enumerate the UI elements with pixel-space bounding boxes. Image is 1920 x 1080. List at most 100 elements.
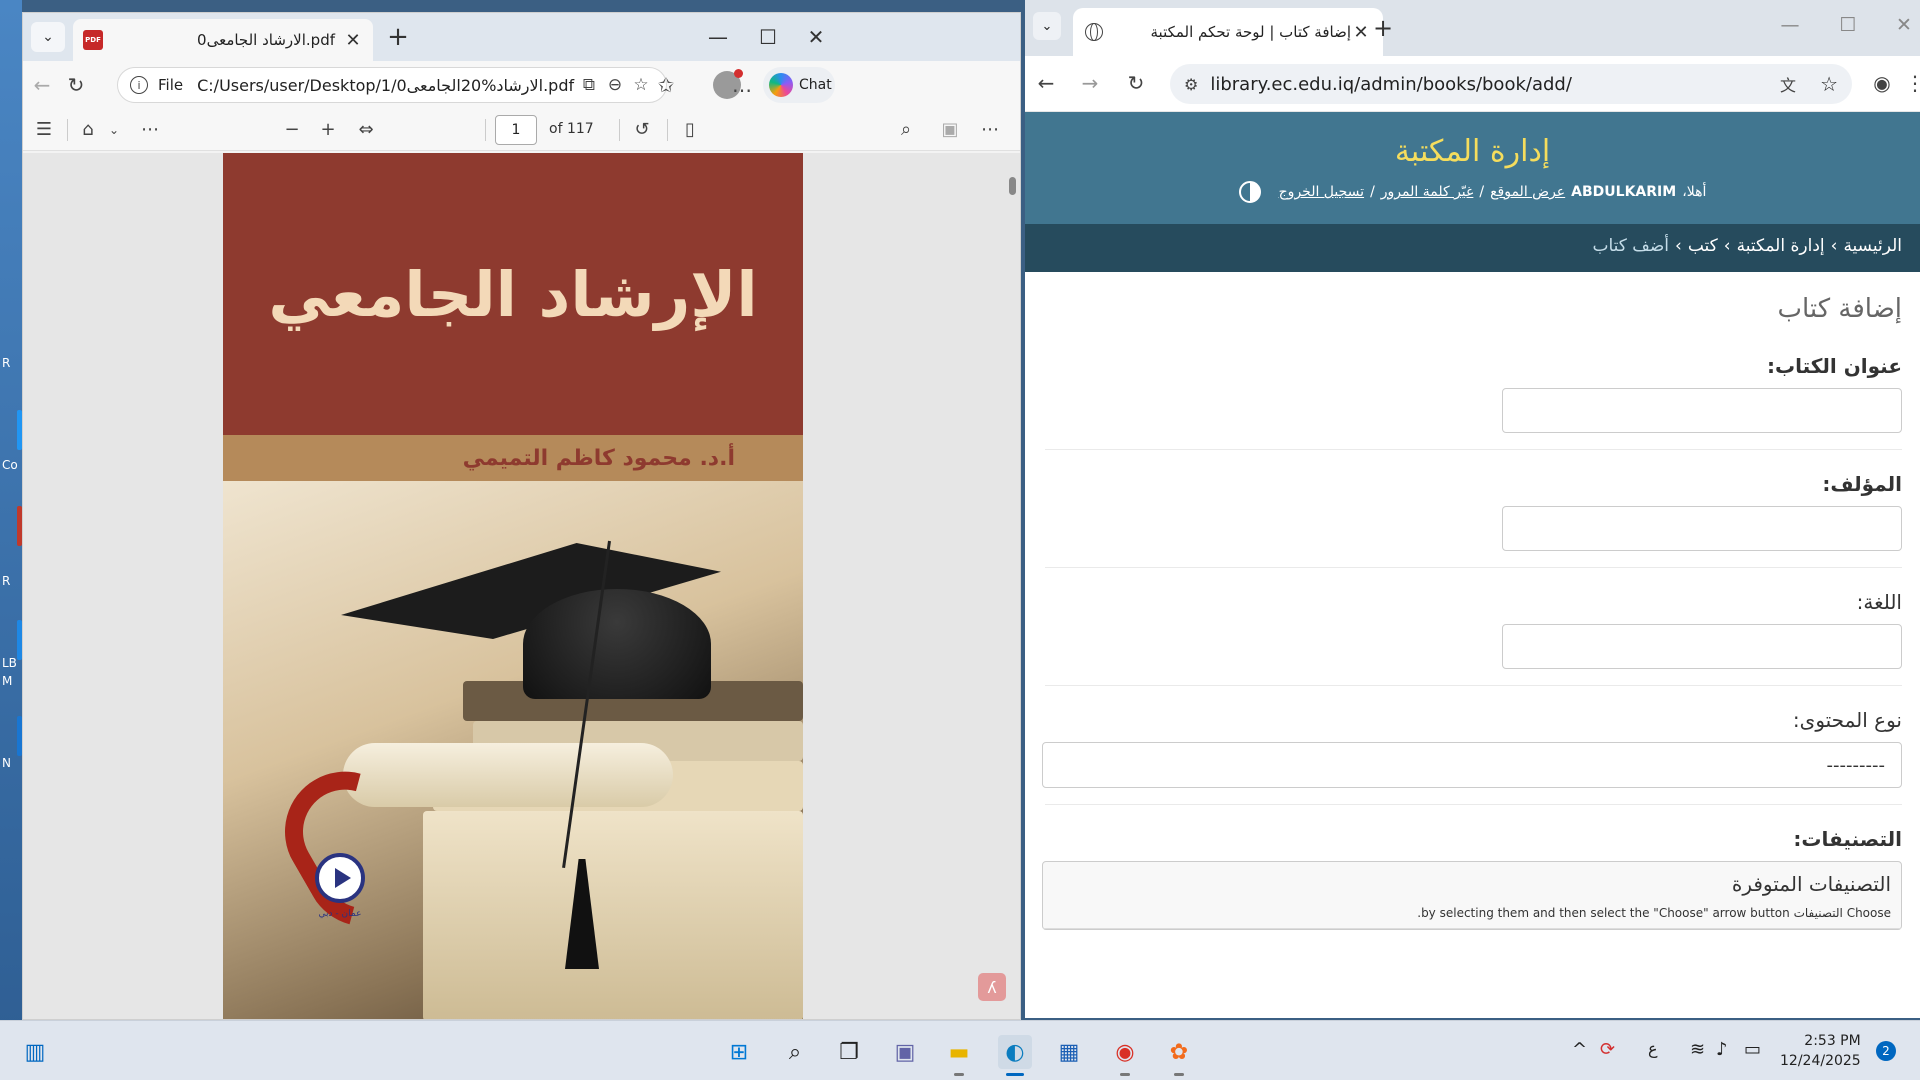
file-explorer-icon[interactable]: ▬: [942, 1035, 976, 1069]
rotate-icon[interactable]: ↺: [627, 117, 657, 143]
logout-link[interactable]: تسجيل الخروج: [1279, 184, 1364, 200]
theme-toggle-icon[interactable]: [1238, 181, 1261, 203]
read-aloud-icon[interactable]: ⧉: [576, 75, 602, 95]
info-icon[interactable]: i: [130, 76, 148, 94]
save-icon[interactable]: ▣: [935, 117, 965, 143]
back-button[interactable]: ←: [27, 71, 57, 99]
form-row-author: المؤلف:: [1045, 472, 1902, 568]
page-number-input[interactable]: 1: [495, 115, 537, 145]
address-bar[interactable]: i File C:/Users/user/Desktop/1/0الارشاد%…: [117, 67, 667, 103]
tab-actions-button[interactable]: ⌄: [31, 22, 65, 52]
notification-badge[interactable]: 2: [1876, 1041, 1896, 1061]
refresh-button[interactable]: ↻: [61, 71, 91, 99]
sync-icon[interactable]: ⟳: [1600, 1039, 1615, 1060]
favorites-icon[interactable]: ✩: [651, 71, 681, 99]
breadcrumb-model[interactable]: كتب: [1688, 236, 1718, 272]
edge-tab-bar: ⌄ PDF الارشاد الجامعى0.pdf ✕ + — ☐ ✕: [23, 13, 1020, 61]
chrome-tab-bar: ⌄ إضافة كتاب | لوحة تحكم المكتبة ✕ + — ☐…: [1025, 0, 1920, 56]
wifi-icon[interactable]: ≋: [1690, 1039, 1705, 1060]
site-settings-icon[interactable]: ⚙: [1184, 75, 1198, 94]
search-icon[interactable]: ⌕: [778, 1035, 812, 1069]
maximize-button[interactable]: ☐: [1833, 14, 1863, 36]
chevron-up-icon[interactable]: ^: [1572, 1039, 1587, 1060]
back-button[interactable]: ←: [1031, 70, 1061, 96]
start-button[interactable]: ⊞: [722, 1035, 756, 1069]
view-site-link[interactable]: عرض الموقع: [1490, 184, 1565, 200]
close-window-button[interactable]: ✕: [1889, 14, 1919, 36]
pdf-viewer[interactable]: الإرشاد الجامعي أ.د. محمود كاظم التميمي …: [23, 153, 1020, 1019]
reload-button[interactable]: ↻: [1121, 70, 1151, 96]
acrobat-icon[interactable]: ʎ: [978, 973, 1006, 1001]
profile-icon[interactable]: ◉: [1867, 70, 1897, 96]
taskbar-clock[interactable]: 2:53 PM 12/24/2025: [1780, 1031, 1861, 1071]
edge-tab-pdf[interactable]: PDF الارشاد الجامعى0.pdf ✕: [73, 19, 373, 61]
cover-title-block: الإرشاد الجامعي: [223, 153, 803, 435]
desktop-icon-label[interactable]: N: [2, 756, 11, 770]
bookmark-star-icon[interactable]: ☆: [1820, 72, 1838, 96]
url-text[interactable]: library.ec.edu.iq/admin/books/book/add/: [1210, 74, 1780, 95]
chrome-tab-admin[interactable]: إضافة كتاب | لوحة تحكم المكتبة ✕: [1073, 8, 1383, 56]
close-window-button[interactable]: ✕: [801, 25, 831, 49]
desktop-icon-label[interactable]: LB: [2, 656, 17, 670]
chrome-taskbar-icon[interactable]: ◉: [1108, 1035, 1142, 1069]
fit-to-width-icon[interactable]: ⇔: [351, 117, 381, 143]
change-password-link[interactable]: غيّر كلمة المرور: [1381, 184, 1474, 200]
minimize-button[interactable]: —: [1775, 14, 1805, 36]
battery-icon[interactable]: ▭: [1744, 1039, 1761, 1060]
breadcrumb-current: أضف كتاب: [1592, 236, 1670, 256]
zoom-out-icon[interactable]: ⊖: [602, 75, 628, 95]
language-input[interactable]: [1502, 624, 1902, 669]
contents-list-icon[interactable]: ☰: [29, 117, 59, 143]
form-row-content-type: نوع المحتوى: ---------: [1042, 708, 1902, 805]
more-menu-button[interactable]: …: [727, 71, 757, 99]
store-icon[interactable]: ▦: [1052, 1035, 1086, 1069]
copilot-label: Chat: [799, 77, 832, 93]
volume-icon[interactable]: ♪: [1716, 1039, 1728, 1060]
teams-icon[interactable]: ▣: [888, 1035, 922, 1069]
search-icon[interactable]: ⌕: [891, 117, 921, 143]
scrollbar-thumb[interactable]: [1009, 177, 1016, 195]
desktop-icon-label[interactable]: R: [2, 574, 10, 588]
desktop-icon-label[interactable]: R: [2, 356, 10, 370]
page-view-icon[interactable]: ▯: [675, 117, 705, 143]
desktop-icon-label[interactable]: M: [2, 674, 12, 688]
cover-title: الإرشاد الجامعي: [268, 257, 758, 331]
globe-icon: [1085, 23, 1103, 41]
language-label: اللغة:: [1856, 590, 1902, 614]
close-tab-button[interactable]: ✕: [343, 30, 363, 51]
content-type-select[interactable]: ---------: [1042, 742, 1902, 788]
chrome-window: ⌄ إضافة كتاب | لوحة تحكم المكتبة ✕ + — ☐…: [1025, 0, 1920, 1018]
minimize-button[interactable]: —: [703, 25, 733, 49]
maximize-button[interactable]: ☐: [753, 25, 783, 49]
toolbar-divider: [485, 119, 486, 141]
forward-button[interactable]: →: [1075, 70, 1105, 96]
close-tab-button[interactable]: ✕: [1351, 22, 1371, 43]
title-input[interactable]: [1502, 388, 1902, 433]
edge-taskbar-icon[interactable]: ◐: [998, 1035, 1032, 1069]
copilot-button[interactable]: Chat: [763, 67, 835, 103]
keyboard-language[interactable]: ع: [1648, 1039, 1658, 1058]
chevron-down-icon[interactable]: ⌄: [99, 117, 129, 143]
author-input[interactable]: [1502, 506, 1902, 551]
address-path[interactable]: C:/Users/user/Desktop/1/0الارشاد%20الجام…: [197, 76, 576, 95]
more-options-icon[interactable]: ⋯: [975, 117, 1005, 143]
pdf-scrollbar[interactable]: [1006, 157, 1018, 1015]
translate-icon[interactable]: 文: [1780, 72, 1796, 96]
more-tools-icon[interactable]: ⋯: [135, 117, 165, 143]
widgets-icon[interactable]: ▥: [18, 1035, 52, 1069]
app-taskbar-icon[interactable]: ✿: [1162, 1035, 1196, 1069]
omnibox[interactable]: ⚙ library.ec.edu.iq/admin/books/book/add…: [1170, 64, 1852, 104]
zoom-out-button[interactable]: −: [277, 117, 307, 143]
clock-date: 12/24/2025: [1780, 1053, 1861, 1069]
title-label: عنوان الكتاب:: [1766, 354, 1902, 378]
breadcrumb-app[interactable]: إدارة المكتبة: [1737, 236, 1825, 272]
desktop-icon-label[interactable]: Co: [2, 458, 18, 472]
task-view-icon[interactable]: ❐: [832, 1035, 866, 1069]
chrome-menu-icon[interactable]: ⋮: [1900, 70, 1920, 96]
new-tab-button[interactable]: +: [383, 23, 413, 51]
breadcrumb-home[interactable]: الرئيسية: [1843, 236, 1902, 272]
site-title[interactable]: إدارة المكتبة: [1025, 112, 1920, 169]
new-tab-button[interactable]: +: [1373, 14, 1393, 42]
tab-search-button[interactable]: ⌄: [1033, 12, 1061, 40]
zoom-in-button[interactable]: +: [313, 117, 343, 143]
